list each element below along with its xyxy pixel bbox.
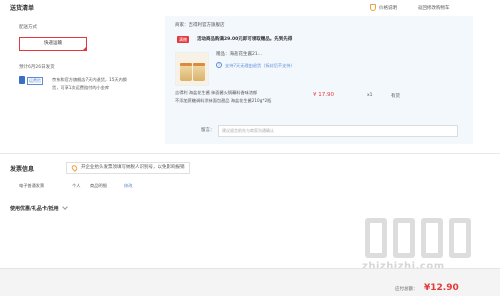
return-service-text: 支持7天无理由退货（拆封后不支持） — [225, 63, 295, 68]
eta-text: 预计6月26日发货 — [19, 65, 55, 70]
page-title: 送货清单 — [10, 5, 35, 12]
gift-label: 赠品： — [216, 52, 230, 57]
gift-line: 赠品：海盐花生酱21... — [216, 51, 262, 57]
insurance-desc-line1: 京东和官方旗舰店7天内退货，15天内换 — [52, 77, 127, 82]
promo-text: 活动商品购满29.00元即可领取赠品。先到先得 — [197, 37, 293, 42]
invoice-content: 商品明细 — [90, 183, 107, 188]
jar-image — [180, 63, 192, 81]
watermark-glyph — [365, 218, 387, 258]
product-price: ¥ 17.90 — [313, 92, 334, 98]
invoice-type: 电子普通发票 — [19, 183, 45, 188]
product-title-line1[interactable]: 吉得利 海盐花生酱 抹面酱火锅蘸料香味浓郁 — [175, 90, 315, 96]
selected-corner-icon — [82, 46, 87, 51]
watermark-logo — [365, 218, 471, 258]
invoice-notice-text: 开企业抬头发票须填写纳税人识别号，以免影响报销 — [81, 165, 185, 170]
store-line: 商家：吉得利官方旗舰店 — [175, 22, 225, 28]
total-amount: ¥12.90 — [424, 283, 459, 293]
watermark-glyph — [393, 218, 415, 258]
back-to-cart-link[interactable]: 返回修改购物车 — [418, 5, 450, 11]
jar-image — [193, 63, 205, 81]
store-name[interactable]: 吉得利官方旗舰店 — [189, 23, 225, 28]
gift-name[interactable]: 海盐花生酱21... — [230, 52, 263, 57]
watermark-glyph — [449, 218, 471, 258]
store-prefix: 商家： — [175, 23, 189, 28]
discount-title: 使用优惠/礼品卡/抵用 — [10, 206, 59, 212]
return-service-icon: 7 — [216, 62, 222, 68]
shipping-method-label: 配送方式 — [19, 25, 37, 30]
insurance-icon — [19, 76, 25, 84]
invoice-holder: 个人 — [72, 183, 81, 188]
invoice-notice: 开企业抬头发票须填写纳税人识别号，以免影响报销 — [66, 162, 190, 174]
note-input[interactable]: 建议留言前先与商家沟通确认 — [218, 125, 458, 137]
invoice-title: 发票信息 — [10, 166, 35, 173]
shipping-method-chip[interactable]: 快递运输 — [19, 37, 87, 51]
product-title-line2[interactable]: 不添加蔗糖调料涂抹面包甜品 海盐花生酱210g*2瓶 — [175, 98, 315, 104]
insurance-tag[interactable]: 运费险 — [27, 77, 43, 85]
product-image[interactable] — [175, 52, 209, 86]
insurance-desc-line2: 货，可享1次运费赔付的小金库 — [52, 85, 110, 90]
shield-icon — [370, 4, 376, 11]
watermark-glyph — [421, 218, 443, 258]
stock-status: 有货 — [391, 94, 400, 99]
note-label: 留言： — [201, 128, 215, 133]
invoice-edit-link[interactable]: 修改 — [124, 183, 132, 189]
product-qty: x1 — [367, 93, 373, 98]
chevron-down-icon — [62, 204, 69, 210]
discount-toggle[interactable]: 使用优惠/礼品卡/抵用 — [10, 204, 69, 212]
promo-tag: 满赠 — [177, 36, 189, 43]
shipping-method-chip-label: 快递运输 — [44, 41, 62, 46]
price-help-link[interactable]: 价格说明 — [379, 5, 397, 11]
location-pin-icon — [70, 164, 79, 172]
divider — [0, 153, 500, 154]
total-label: 应付总额： — [395, 287, 418, 292]
